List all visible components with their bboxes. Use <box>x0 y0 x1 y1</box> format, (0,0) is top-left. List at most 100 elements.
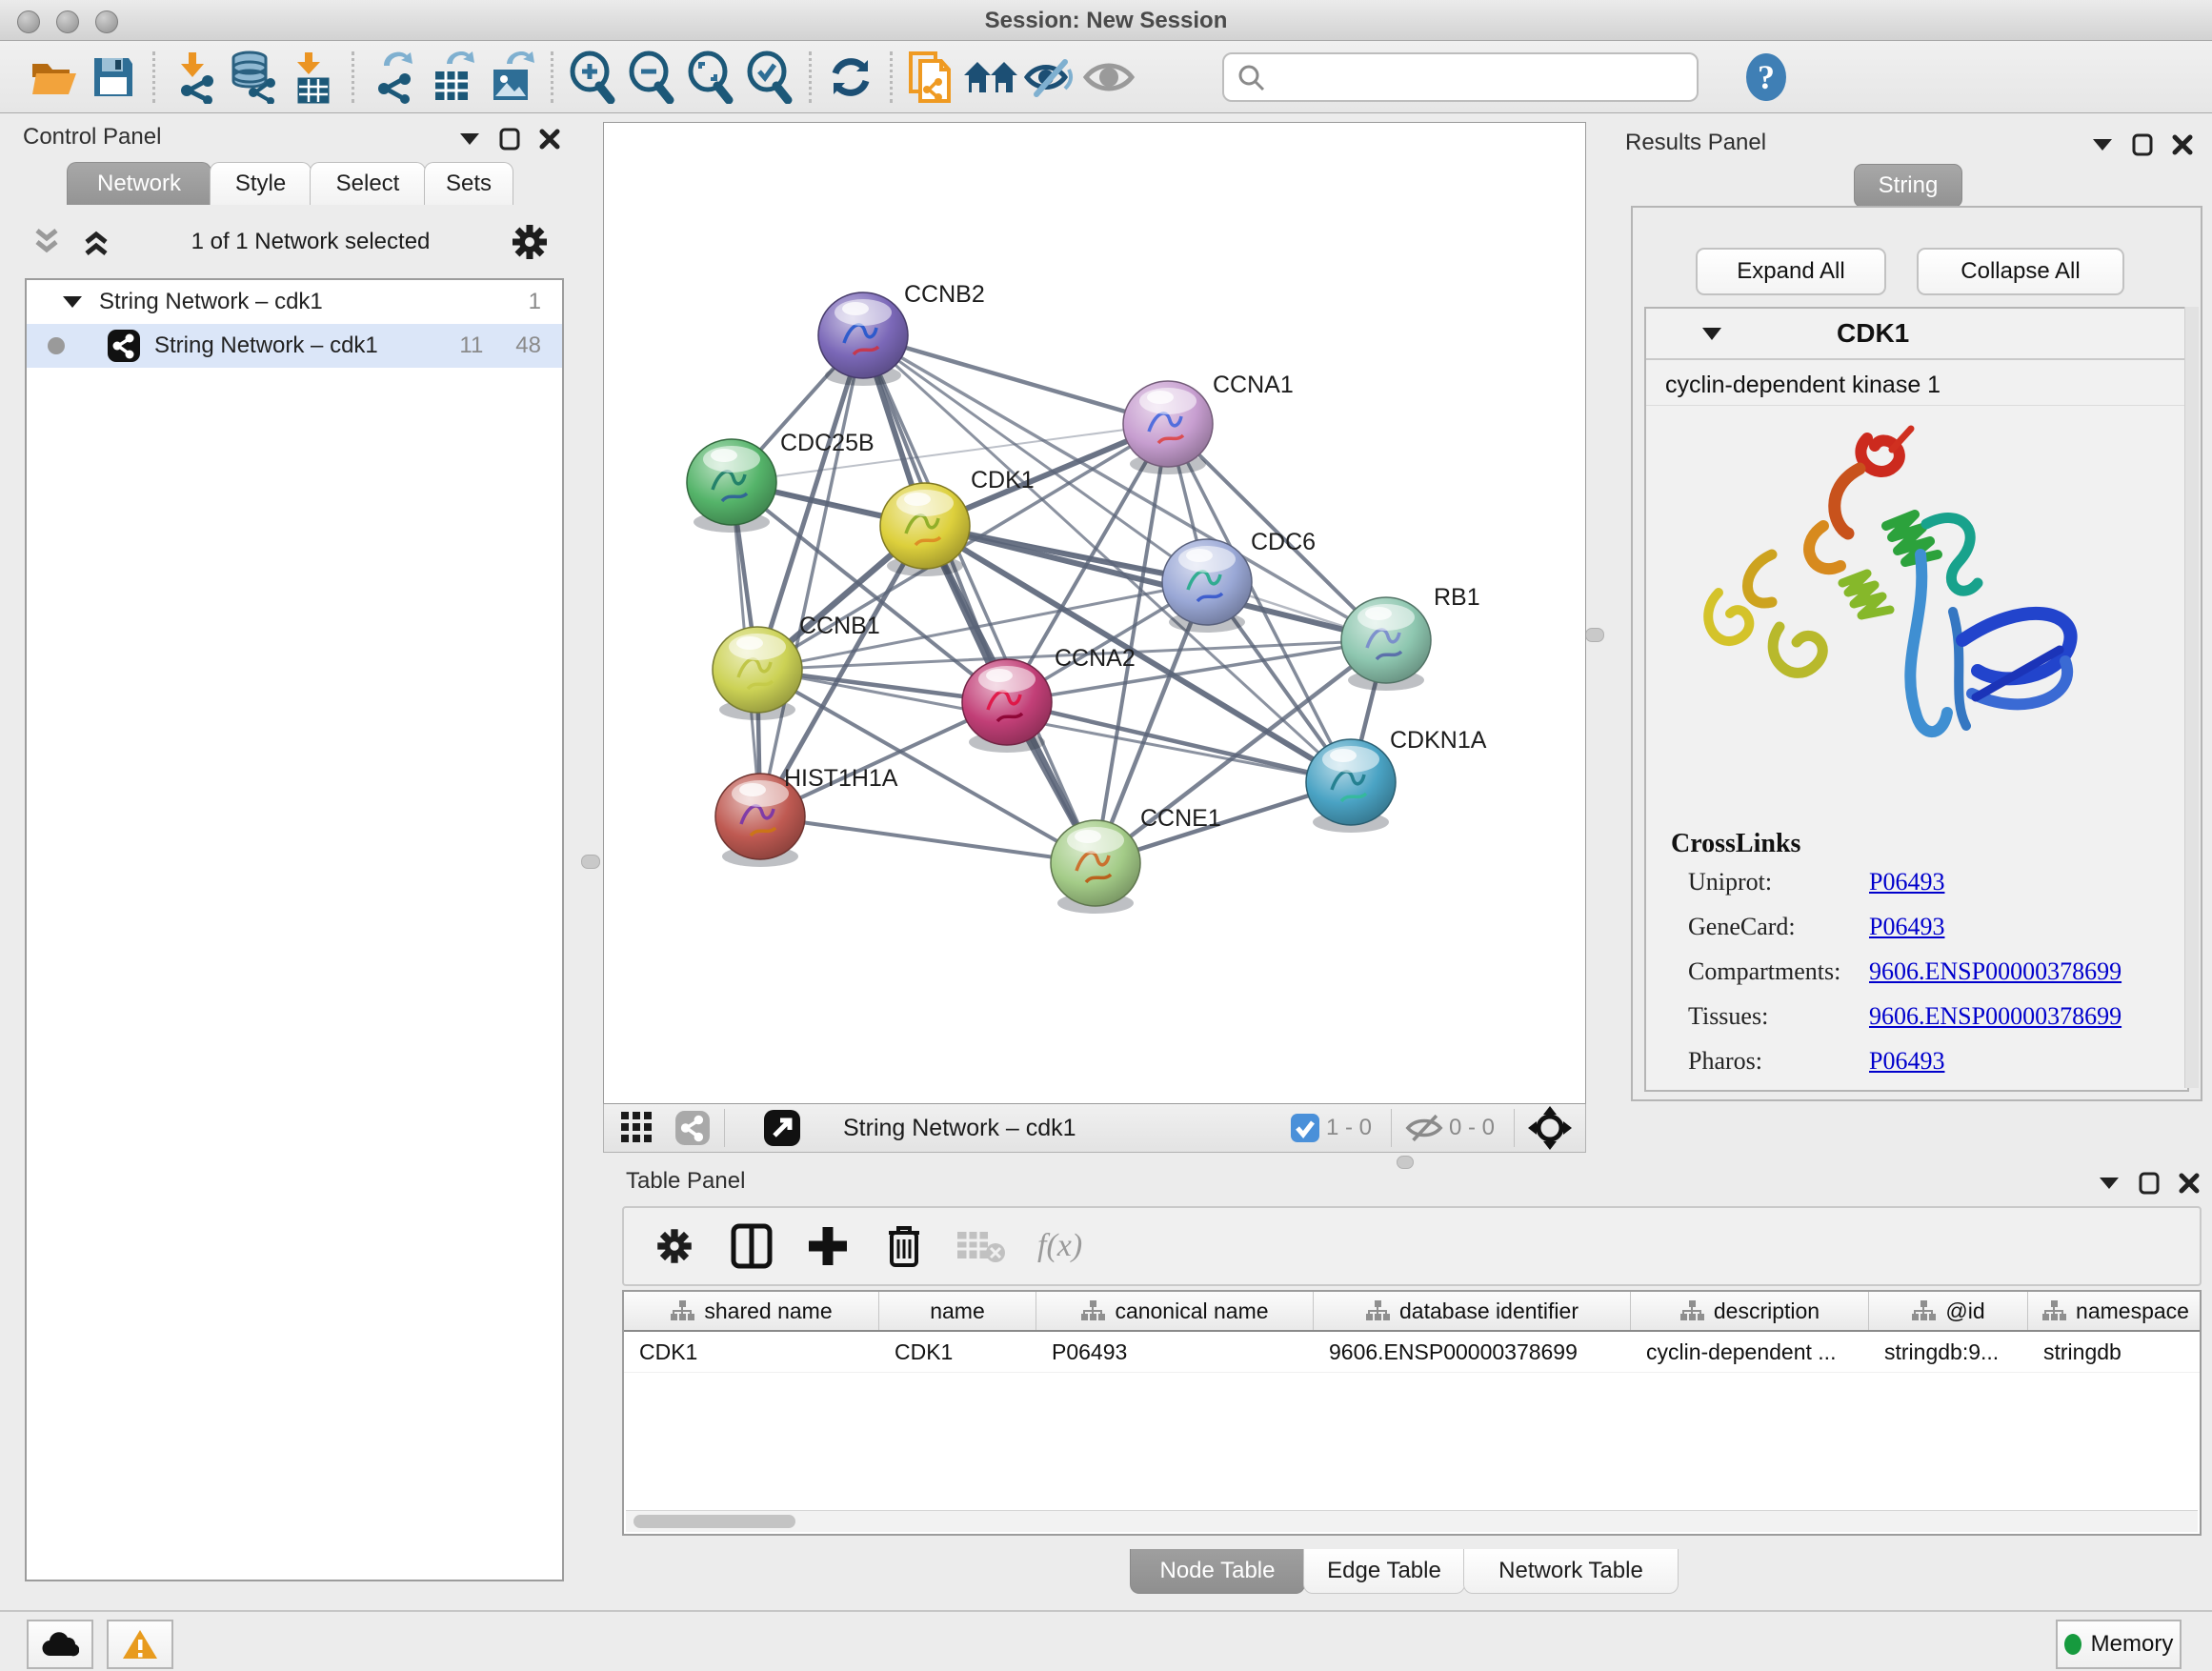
panel-float-icon[interactable] <box>2139 1172 2160 1195</box>
table-cell[interactable]: CDK1 <box>879 1332 1036 1372</box>
protein-structure-image <box>1680 412 2128 812</box>
column-header-namespace[interactable]: namespace <box>2028 1292 2202 1330</box>
table-cell[interactable]: P06493 <box>1036 1332 1314 1372</box>
gene-detail-card: CDK1 cyclin-dependent kinase 1 <box>1644 307 2189 1092</box>
birdseye-navigator-icon[interactable] <box>1528 1106 1572 1150</box>
collapse-all-tree-icon[interactable] <box>30 228 63 256</box>
network-edge[interactable] <box>760 816 1096 863</box>
network-node-CCNA1[interactable]: CCNA1 <box>1123 372 1294 474</box>
gene-expander-icon[interactable] <box>1701 327 1722 341</box>
search-input[interactable] <box>1222 52 1699 102</box>
tab-sets[interactable]: Sets <box>424 162 513 205</box>
tab-select[interactable]: Select <box>310 162 426 205</box>
export-network-button[interactable] <box>364 48 423 107</box>
zoom-out-button[interactable] <box>622 48 681 107</box>
network-row[interactable]: String Network – cdk1 11 48 <box>27 324 562 368</box>
help-button[interactable]: ? <box>1737 48 1796 107</box>
right-splitter-handle[interactable] <box>1585 628 1604 642</box>
column-header-canonical-name[interactable]: canonical name <box>1036 1292 1314 1330</box>
table-settings-gear-icon[interactable] <box>653 1224 696 1268</box>
expand-all-button[interactable]: Expand All <box>1696 248 1886 295</box>
column-header-description[interactable]: description <box>1631 1292 1869 1330</box>
panel-collapse-icon[interactable] <box>2099 1177 2120 1190</box>
import-table-file-button[interactable] <box>283 48 342 107</box>
show-hidden-button[interactable] <box>1079 48 1138 107</box>
warnings-button[interactable] <box>107 1620 173 1669</box>
crosslink-label: Uniprot: <box>1688 868 1869 896</box>
open-session-button[interactable] <box>25 48 84 107</box>
table-row[interactable]: CDK1CDK1P064939606.ENSP00000378699cyclin… <box>624 1332 2200 1373</box>
column-header-name[interactable]: name <box>879 1292 1036 1330</box>
window-title: Session: New Session <box>0 8 2212 34</box>
left-splitter-handle[interactable] <box>581 855 600 869</box>
panel-close-icon[interactable] <box>2172 134 2193 155</box>
export-table-button[interactable] <box>423 48 482 107</box>
tab-node-table[interactable]: Node Table <box>1130 1549 1305 1594</box>
network-collection-row[interactable]: String Network – cdk1 1 <box>27 280 562 324</box>
zoom-selected-button[interactable] <box>740 48 799 107</box>
network-node-HIST1H1A[interactable]: HIST1H1A <box>715 765 898 867</box>
tab-network-table[interactable]: Network Table <box>1463 1549 1679 1594</box>
network-share-icon-gray[interactable] <box>674 1110 711 1146</box>
panel-close-icon[interactable] <box>2179 1173 2200 1194</box>
panel-close-icon[interactable] <box>539 129 560 150</box>
grid-view-icon[interactable] <box>619 1110 655 1146</box>
network-node-CDC25B[interactable]: CDC25B <box>687 430 875 533</box>
table-cell[interactable]: cyclin-dependent ... <box>1631 1332 1869 1372</box>
cloud-status-button[interactable] <box>27 1620 93 1669</box>
network-view-canvas[interactable]: CCNB2CCNA1CDC25BCDK1CDC6RB1CCNB1CCNA2CDK… <box>603 122 1586 1104</box>
crosslink-tissues[interactable]: 9606.ENSP00000378699 <box>1869 1002 2122 1031</box>
tab-edge-table[interactable]: Edge Table <box>1303 1549 1465 1594</box>
zoom-in-button[interactable] <box>563 48 622 107</box>
table-cell[interactable]: CDK1 <box>624 1332 879 1372</box>
crosslink-pharos[interactable]: P06493 <box>1869 1047 1944 1076</box>
column-header--id[interactable]: @id <box>1869 1292 2028 1330</box>
crosslink-uniprot[interactable]: P06493 <box>1869 868 1944 896</box>
results-scrollbar[interactable] <box>2184 307 2199 1088</box>
tab-style[interactable]: Style <box>210 162 312 205</box>
clone-network-button[interactable] <box>902 48 961 107</box>
collapse-all-button[interactable]: Collapse All <box>1917 248 2124 295</box>
delete-column-icon[interactable] <box>885 1223 923 1269</box>
import-network-file-button[interactable] <box>165 48 224 107</box>
network-edge[interactable] <box>863 335 1168 424</box>
scrollbar-thumb[interactable] <box>633 1515 795 1528</box>
export-image-button[interactable] <box>482 48 541 107</box>
detach-view-icon[interactable] <box>763 1109 801 1147</box>
panel-collapse-icon[interactable] <box>459 132 480 146</box>
import-network-database-button[interactable] <box>224 48 283 107</box>
network-edge[interactable] <box>863 335 1096 863</box>
network-node-RB1[interactable]: RB1 <box>1341 584 1480 691</box>
zoom-out-icon <box>626 50 677 104</box>
crosslink-genecard[interactable]: P06493 <box>1869 913 1944 941</box>
show-columns-icon[interactable] <box>731 1223 773 1269</box>
network-node-CDKN1A[interactable]: CDKN1A <box>1306 727 1487 833</box>
help-icon: ? <box>1744 52 1788 102</box>
tree-expander-icon[interactable] <box>63 295 82 309</box>
hide-selected-button[interactable] <box>1020 48 1079 107</box>
network-node-CDK1[interactable]: CDK1 <box>880 467 1035 576</box>
horizontal-scrollbar[interactable] <box>626 1510 2198 1532</box>
tab-string[interactable]: String <box>1854 164 1962 208</box>
expand-all-tree-icon[interactable] <box>80 228 112 256</box>
show-all-button[interactable] <box>961 48 1020 107</box>
column-header-database-identifier[interactable]: database identifier <box>1314 1292 1631 1330</box>
zoom-fit-button[interactable] <box>681 48 740 107</box>
crosslink-compartments[interactable]: 9606.ENSP00000378699 <box>1869 957 2122 986</box>
table-cell[interactable]: stringdb:9... <box>1869 1332 2028 1372</box>
gear-icon[interactable] <box>509 221 551 263</box>
panel-float-icon[interactable] <box>2132 133 2153 156</box>
panel-float-icon[interactable] <box>499 128 520 151</box>
panel-collapse-icon[interactable] <box>2092 138 2113 151</box>
crosslink-label: GeneCard: <box>1688 913 1869 941</box>
tab-network[interactable]: Network <box>67 162 211 205</box>
network-label: String Network – cdk1 <box>154 332 378 359</box>
network-edge[interactable] <box>1007 702 1351 782</box>
table-cell[interactable]: stringdb <box>2028 1332 2202 1372</box>
save-session-button[interactable] <box>84 48 143 107</box>
refresh-button[interactable] <box>821 48 880 107</box>
column-header-shared-name[interactable]: shared name <box>624 1292 879 1330</box>
table-cell[interactable]: 9606.ENSP00000378699 <box>1314 1332 1631 1372</box>
add-column-icon[interactable] <box>807 1225 849 1267</box>
memory-button[interactable]: Memory <box>2056 1620 2182 1669</box>
